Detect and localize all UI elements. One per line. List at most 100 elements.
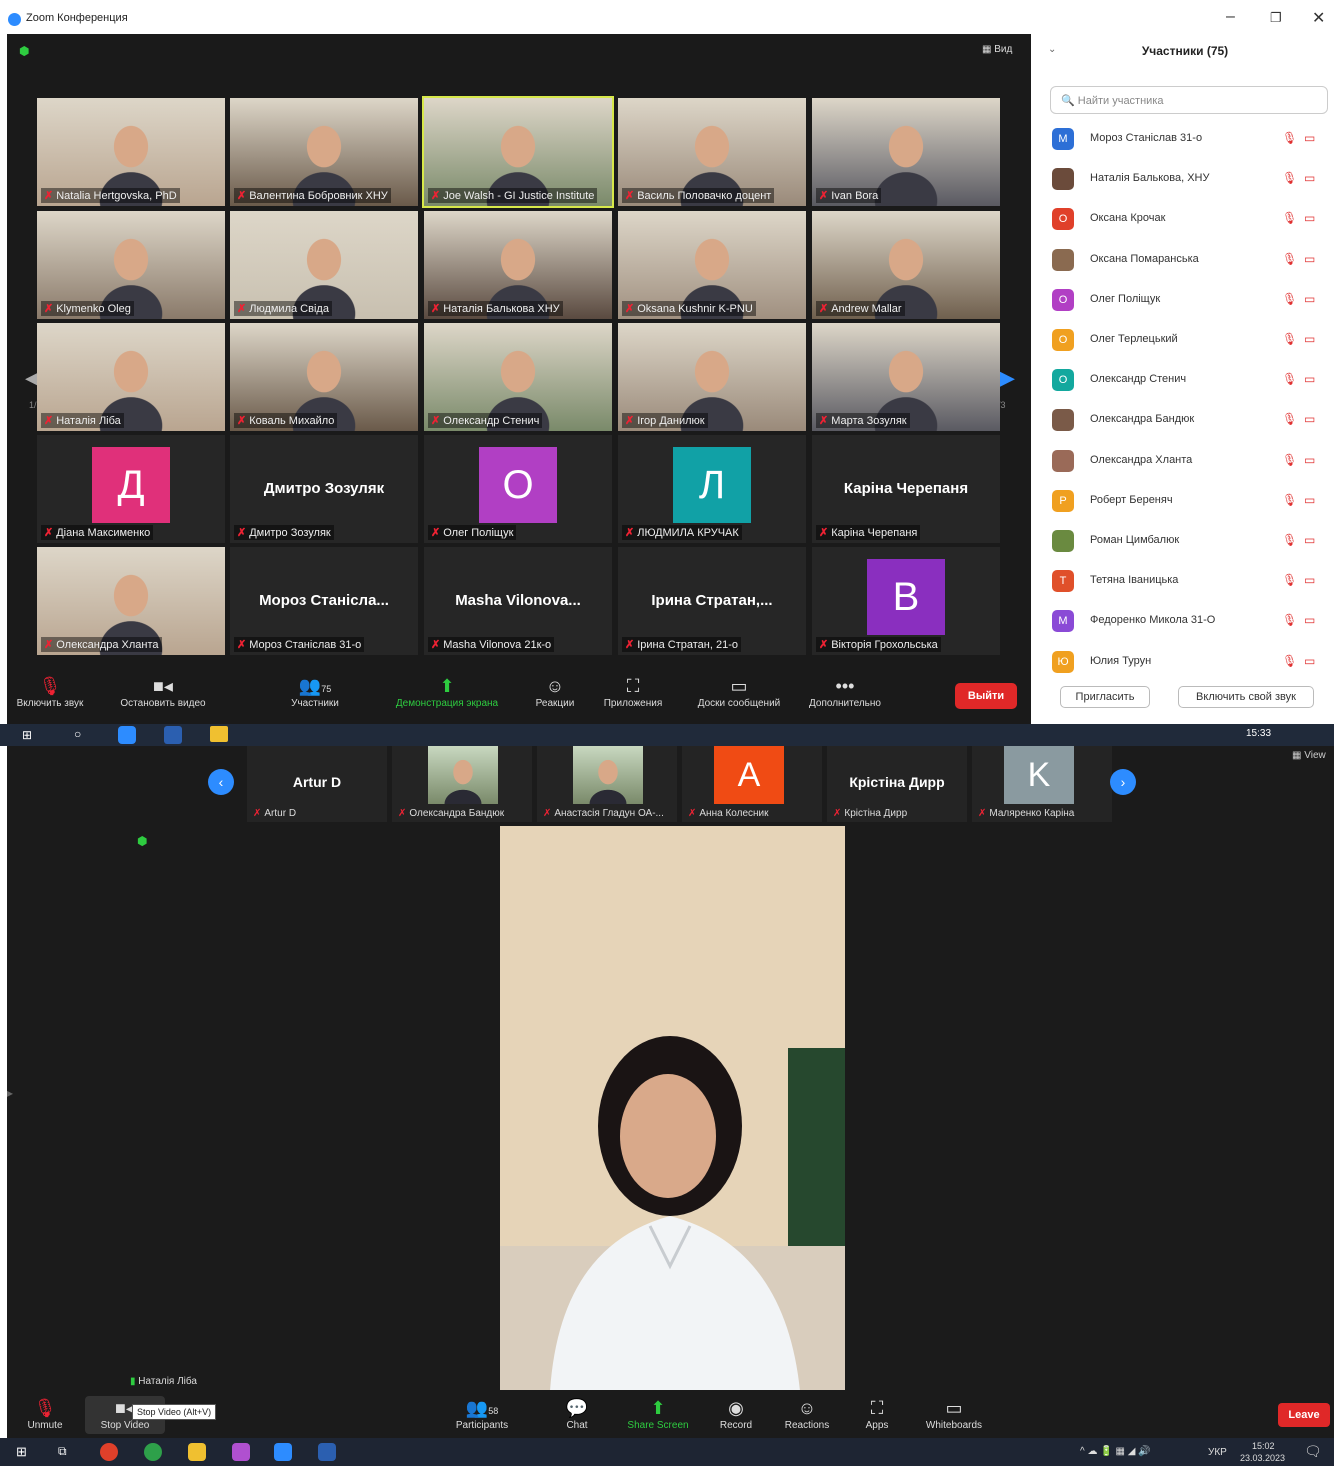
- mic-muted-icon[interactable]: 🎙: [1282, 412, 1297, 426]
- participant-tile[interactable]: Мороз Станісла... ✗ Мороз Станіслав 31-о: [230, 547, 418, 655]
- video-off-icon[interactable]: ▭: [1304, 171, 1315, 185]
- unmute-self-button[interactable]: Включить свой звук: [1178, 686, 1314, 708]
- video-off-icon[interactable]: ▭: [1304, 453, 1315, 467]
- apps-button[interactable]: ⛶ Приложения: [595, 674, 671, 709]
- participant-row[interactable]: Наталія Балькова, ХНУ 🎙 ▭: [1052, 166, 1332, 192]
- participant-tile[interactable]: В ✗ Вікторія Грохольська: [812, 547, 1000, 655]
- resize-handle[interactable]: ▸: [7, 1086, 13, 1100]
- strip-tile[interactable]: ✗ Анастасія Гладун ОА-...: [537, 746, 677, 822]
- share-screen-button[interactable]: ⬆ Демонстрация экрана: [383, 674, 511, 709]
- video-off-icon[interactable]: ▭: [1304, 372, 1315, 386]
- strip-tile[interactable]: A ✗ Анна Колесник: [682, 746, 822, 822]
- video-off-icon[interactable]: ▭: [1304, 292, 1315, 306]
- record-button[interactable]: ◉ Record: [713, 1396, 759, 1431]
- strip-tile[interactable]: K ✗ Маляренко Каріна: [972, 746, 1112, 822]
- participant-tile[interactable]: ✗ Klymenko Oleg: [37, 211, 225, 319]
- video-off-icon[interactable]: ▭: [1304, 412, 1315, 426]
- mic-muted-icon[interactable]: 🎙: [1282, 372, 1297, 386]
- strip-tile[interactable]: Artur D ✗ Artur D: [247, 746, 387, 822]
- leave-button[interactable]: Leave: [1278, 1403, 1330, 1427]
- unmute-button[interactable]: 🎙 Включить звук: [15, 674, 85, 709]
- participant-tile[interactable]: ✗ Joe Walsh - GI Justice Institute: [422, 96, 614, 208]
- folder-taskbar-icon[interactable]: [210, 726, 228, 742]
- strip-tile[interactable]: Крістіна Дирр ✗ Крістіна Дирр: [827, 746, 967, 822]
- participant-tile[interactable]: ✗ Марта Зозуляк: [812, 323, 1000, 431]
- notifications-icon[interactable]: 🗨: [1304, 1443, 1322, 1460]
- reactions-button[interactable]: ☺ Реакции: [525, 674, 585, 709]
- participant-tile[interactable]: Л ✗ ЛЮДМИЛА КРУЧАК: [618, 435, 806, 543]
- video-off-icon[interactable]: ▭: [1304, 131, 1315, 145]
- minimize-icon[interactable]: –: [1226, 8, 1235, 26]
- mic-muted-icon[interactable]: 🎙: [1282, 211, 1297, 225]
- zoom-taskbar-icon[interactable]: [274, 1443, 292, 1461]
- strip-tile[interactable]: ✗ Олександра Бандюк: [392, 746, 532, 822]
- mic-muted-icon[interactable]: 🎙: [1282, 493, 1297, 507]
- mic-muted-icon[interactable]: 🎙: [1282, 573, 1297, 587]
- participant-row[interactable]: О Олег Терлецький 🎙 ▭: [1052, 327, 1332, 353]
- zoom-taskbar-icon[interactable]: [118, 726, 136, 744]
- viber-taskbar-icon[interactable]: [232, 1443, 250, 1461]
- participant-row[interactable]: Роман Цимбалюк 🎙 ▭: [1052, 528, 1332, 554]
- task-view-icon[interactable]: ⧉: [58, 1444, 67, 1459]
- explorer-taskbar-icon[interactable]: [188, 1443, 206, 1461]
- participant-row[interactable]: Олександра Бандюк 🎙 ▭: [1052, 407, 1332, 433]
- mic-muted-icon[interactable]: 🎙: [1282, 613, 1297, 627]
- participant-row[interactable]: Оксана Помаранська 🎙 ▭: [1052, 247, 1332, 273]
- participant-tile[interactable]: ✗ Наталія Ліба: [37, 323, 225, 431]
- windows-start-icon[interactable]: ⊞: [22, 728, 32, 742]
- participant-tile[interactable]: ✗ Andrew Mallar: [812, 211, 1000, 319]
- word-taskbar-icon[interactable]: [318, 1443, 336, 1461]
- participant-tile[interactable]: ✗ Валентина Бобровник ХНУ: [230, 98, 418, 206]
- participant-row[interactable]: М Мороз Станіслав 31-о 🎙 ▭: [1052, 126, 1332, 152]
- mic-muted-icon[interactable]: 🎙: [1282, 252, 1297, 266]
- windows-start-icon[interactable]: ⊞: [16, 1444, 27, 1460]
- chrome-profile-taskbar-icon[interactable]: [144, 1443, 162, 1461]
- participant-tile[interactable]: Д ✗ Діана Максименко: [37, 435, 225, 543]
- view-button[interactable]: ▦ Вид: [982, 44, 1012, 55]
- reactions-button[interactable]: ☺ Reactions: [779, 1396, 835, 1431]
- more-button[interactable]: ••• Дополнительно: [797, 674, 893, 709]
- participant-tile[interactable]: ✗ Василь Половачко доцент: [618, 98, 806, 206]
- mic-muted-icon[interactable]: 🎙: [1282, 332, 1297, 346]
- share-screen-button[interactable]: ⬆ Share Screen: [623, 1396, 693, 1431]
- participant-tile[interactable]: ✗ Natalia Hertgovska, PhD: [37, 98, 225, 206]
- mic-muted-icon[interactable]: 🎙: [1282, 131, 1297, 145]
- language-indicator[interactable]: УКР: [1208, 1447, 1227, 1458]
- mic-muted-icon[interactable]: 🎙: [1282, 533, 1297, 547]
- whiteboards-button[interactable]: ▭ Доски сообщений: [683, 674, 795, 709]
- whiteboards-button[interactable]: ▭ Whiteboards: [919, 1396, 989, 1431]
- strip-next-icon[interactable]: ›: [1110, 769, 1136, 795]
- participant-row[interactable]: Р Роберт Береняч 🎙 ▭: [1052, 488, 1332, 514]
- participant-row[interactable]: Ю Юлия Турун 🎙 ▭: [1052, 649, 1332, 675]
- chrome-taskbar-icon[interactable]: [100, 1443, 118, 1461]
- stop-video-button[interactable]: ■◂ Остановить видео: [111, 674, 215, 709]
- participant-tile[interactable]: Masha Vilonova... ✗ Masha Vilonova 21к-о: [424, 547, 612, 655]
- mic-muted-icon[interactable]: 🎙: [1282, 453, 1297, 467]
- participant-tile[interactable]: Каріна Черепаня ✗ Каріна Черепаня: [812, 435, 1000, 543]
- video-off-icon[interactable]: ▭: [1304, 573, 1315, 587]
- video-off-icon[interactable]: ▭: [1304, 332, 1315, 346]
- participant-tile[interactable]: ✗ Ivan Bora: [812, 98, 1000, 206]
- search-participants-input[interactable]: 🔍 Найти участника: [1050, 86, 1328, 114]
- participant-tile[interactable]: ✗ Олександр Стенич: [424, 323, 612, 431]
- participants-button[interactable]: 👥75 Участники: [275, 674, 355, 709]
- participant-row[interactable]: Т Тетяна Іваницька 🎙 ▭: [1052, 568, 1332, 594]
- participants-button[interactable]: 👥58 Participants: [447, 1396, 517, 1431]
- video-off-icon[interactable]: ▭: [1304, 211, 1315, 225]
- apps-button[interactable]: ⛶ Apps: [859, 1396, 895, 1431]
- participant-tile[interactable]: ✗ Ігор Данилюк: [618, 323, 806, 431]
- participant-row[interactable]: О Оксана Крочак 🎙 ▭: [1052, 206, 1332, 232]
- search-icon[interactable]: ○: [74, 727, 81, 741]
- close-icon[interactable]: ✕: [1312, 8, 1325, 28]
- participant-tile[interactable]: ✗ Oksana Kushnir K-PNU: [618, 211, 806, 319]
- participant-tile[interactable]: ✗ Людмила Свіда: [230, 211, 418, 319]
- mic-muted-icon[interactable]: 🎙: [1282, 171, 1297, 185]
- participant-tile[interactable]: ✗ Олександра Хланта: [37, 547, 225, 655]
- view-button[interactable]: ▦ View: [1292, 750, 1326, 761]
- participant-tile[interactable]: ✗ Наталія Балькова ХНУ: [424, 211, 612, 319]
- mic-muted-icon[interactable]: 🎙: [1282, 654, 1297, 668]
- participant-row[interactable]: О Олександр Стенич 🎙 ▭: [1052, 367, 1332, 393]
- leave-button[interactable]: Выйти: [955, 683, 1017, 709]
- video-off-icon[interactable]: ▭: [1304, 613, 1315, 627]
- mic-muted-icon[interactable]: 🎙: [1282, 292, 1297, 306]
